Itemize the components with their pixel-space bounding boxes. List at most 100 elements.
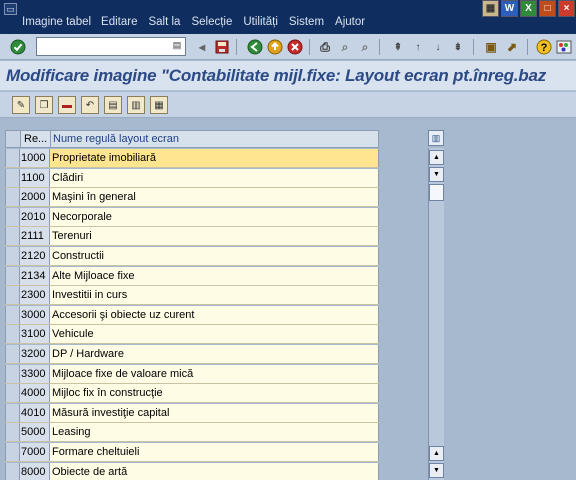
table-row[interactable]: 2000 Maşini în general (5, 188, 379, 208)
menu-imagine-tabel[interactable]: Imagine tabel (22, 16, 91, 28)
first-page-icon[interactable]: ⇞ (389, 38, 407, 56)
copy-icon[interactable]: ❐ (35, 96, 53, 114)
shortcut-icon[interactable]: ⬈ (503, 38, 521, 56)
row-name[interactable]: Constructii (50, 247, 379, 265)
row-name[interactable]: Obiecte de artă (50, 462, 379, 480)
menu-salt-la[interactable]: Salt la (148, 16, 180, 28)
scroll-thumb[interactable] (429, 184, 444, 201)
save-icon[interactable] (213, 38, 231, 56)
table-row[interactable]: 2300 Investitii in curs (5, 286, 379, 306)
table-row[interactable]: 8000 Obiecte de artă (5, 462, 379, 480)
exit-icon[interactable] (266, 38, 284, 56)
row-name[interactable]: Accesorii şi obiecte uz curent (50, 305, 379, 324)
row-selector[interactable] (5, 423, 20, 442)
scroll-up-icon[interactable]: ▲ (429, 150, 444, 165)
display-change-icon[interactable]: ✎ (12, 96, 30, 114)
word-icon[interactable]: W (501, 0, 518, 17)
scroll-page-up-icon[interactable]: ▲ (429, 446, 444, 461)
help-icon[interactable]: ? (535, 38, 553, 56)
back-arrow-icon[interactable]: ◂ (193, 38, 211, 56)
row-selector[interactable] (5, 325, 20, 344)
table-row[interactable]: 1000 Proprietate imobiliară (5, 149, 379, 168)
table-row[interactable]: 2120 Constructii (5, 247, 379, 266)
previous-page-icon[interactable]: ↑ (409, 38, 427, 56)
menu-editare[interactable]: Editare (101, 16, 137, 28)
next-page-icon[interactable]: ↓ (429, 38, 447, 56)
column-header-name[interactable]: Nume regulă layout ecran (51, 131, 378, 147)
row-selector[interactable] (5, 266, 20, 285)
table-row[interactable]: 2134 Alte Mijloace fixe (5, 266, 379, 286)
row-selector[interactable] (5, 364, 20, 383)
system-menu-icon[interactable]: ▭ (4, 3, 17, 15)
window-icon[interactable]: ▦ (482, 0, 499, 17)
create-session-icon[interactable]: ▣ (482, 38, 500, 56)
table-row[interactable]: 7000 Formare cheltuieli (5, 443, 379, 462)
menu-ajutor[interactable]: Ajutor (335, 16, 365, 28)
command-field[interactable]: ▤ (36, 37, 186, 56)
select-all-cell[interactable] (6, 131, 21, 147)
row-selector[interactable] (5, 345, 20, 363)
row-name[interactable]: Leasing (50, 423, 379, 442)
row-selector[interactable] (5, 188, 20, 207)
row-selector[interactable] (5, 443, 20, 461)
menu-sistem[interactable]: Sistem (289, 16, 324, 28)
row-name[interactable]: Mijloace fixe de valoare mică (50, 364, 379, 383)
command-input[interactable] (37, 38, 167, 55)
print-icon[interactable]: ⎙ (316, 38, 334, 56)
row-selector[interactable] (5, 286, 20, 305)
find-icon[interactable]: ⌕ (336, 38, 354, 56)
row-name[interactable]: Proprietate imobiliară (50, 149, 379, 167)
cancel-icon[interactable] (286, 38, 304, 56)
scroll-down-icon[interactable]: ▼ (429, 463, 444, 478)
menu-selectie[interactable]: Selecție (191, 16, 232, 28)
undo-icon[interactable]: ↶ (81, 96, 99, 114)
row-name[interactable]: Clădiri (50, 168, 379, 187)
row-name[interactable]: Formare cheltuieli (50, 443, 379, 461)
row-name[interactable]: DP / Hardware (50, 345, 379, 363)
enter-icon[interactable] (9, 38, 27, 56)
table-row[interactable]: 3300 Mijloace fixe de valoare mică (5, 364, 379, 384)
table-row[interactable]: 5000 Leasing (5, 423, 379, 443)
select-all-icon[interactable]: ▤ (104, 96, 122, 114)
row-selector[interactable] (5, 227, 20, 246)
vertical-scrollbar[interactable]: ▲ ▼ ▲ ▼ (428, 148, 444, 480)
row-name[interactable]: Investitii in curs (50, 286, 379, 305)
row-selector[interactable] (5, 462, 20, 480)
row-name[interactable]: Mijloc fix în construcţie (50, 384, 379, 403)
row-name[interactable]: Maşini în general (50, 188, 379, 207)
table-row[interactable]: 2010 Necorporale (5, 207, 379, 227)
excel-icon[interactable]: X (520, 0, 537, 17)
row-name[interactable]: Alte Mijloace fixe (50, 266, 379, 285)
table-row[interactable]: 4000 Mijloc fix în construcţie (5, 384, 379, 404)
row-selector[interactable] (5, 207, 20, 226)
row-selector[interactable] (5, 403, 20, 422)
table-row[interactable]: 4010 Măsură investiţie capital (5, 403, 379, 423)
row-selector[interactable] (5, 384, 20, 403)
row-selector[interactable] (5, 149, 20, 167)
restore-icon[interactable]: □ (539, 0, 556, 17)
row-name[interactable]: Necorporale (50, 207, 379, 226)
customize-layout-icon[interactable] (555, 38, 573, 56)
row-name[interactable]: Vehicule (50, 325, 379, 344)
row-selector[interactable] (5, 305, 20, 324)
scroll-page-down-icon[interactable]: ▼ (429, 167, 444, 182)
delete-icon[interactable]: ▬ (58, 96, 76, 114)
row-selector[interactable] (5, 247, 20, 265)
table-row[interactable]: 3100 Vehicule (5, 325, 379, 345)
select-block-icon[interactable]: ▦ (150, 96, 168, 114)
history-icon[interactable]: ▤ (171, 40, 183, 53)
find-next-icon[interactable]: ⌕ (356, 38, 374, 56)
table-row[interactable]: 3200 DP / Hardware (5, 345, 379, 364)
menu-utilitati[interactable]: Utilități (243, 16, 278, 28)
back-icon[interactable] (246, 38, 264, 56)
deselect-all-icon[interactable]: ▥ (127, 96, 145, 114)
table-row[interactable]: 3000 Accesorii şi obiecte uz curent (5, 305, 379, 325)
column-config-icon[interactable]: ▥ (428, 130, 444, 146)
table-row[interactable]: 2111 Terenuri (5, 227, 379, 247)
row-selector[interactable] (5, 168, 20, 187)
last-page-icon[interactable]: ⇟ (449, 38, 467, 56)
close-icon[interactable]: × (558, 0, 575, 17)
row-name[interactable]: Terenuri (50, 227, 379, 246)
table-row[interactable]: 1100 Clădiri (5, 168, 379, 188)
column-header-code[interactable]: Re... (21, 131, 51, 147)
